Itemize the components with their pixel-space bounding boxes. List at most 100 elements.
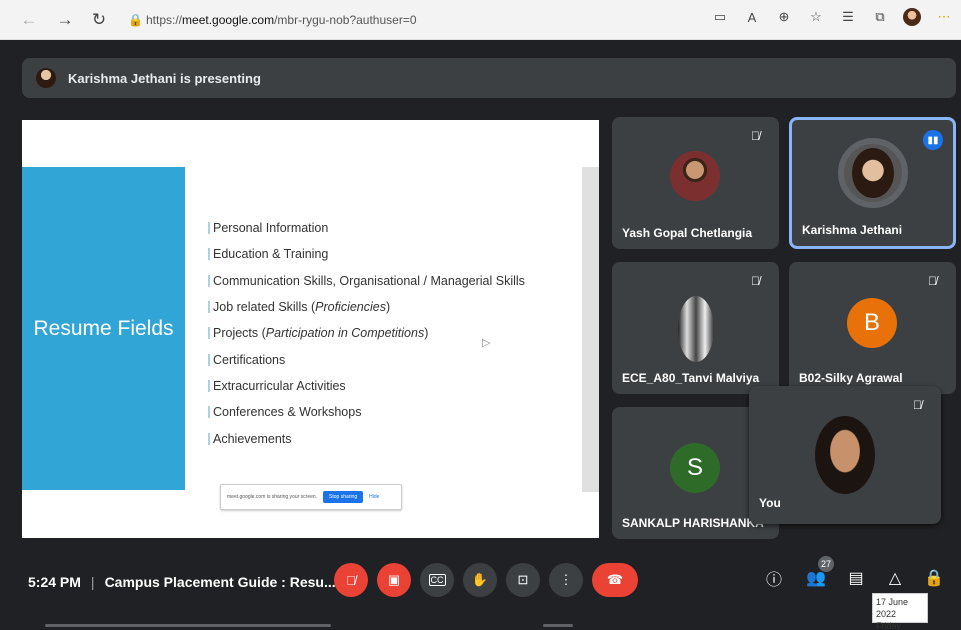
reload-icon[interactable]: ↻: [88, 9, 110, 31]
participant-photo: [670, 151, 720, 201]
participant-letter-avatar: S: [670, 443, 720, 493]
slide-item-suffix: ): [424, 326, 429, 341]
slide-title-box: Resume Fields: [22, 167, 185, 490]
scrollbar-track: [45, 624, 331, 627]
mic-off-icon: 🎙̸: [751, 129, 760, 143]
address-bar[interactable]: 🔒 https://meet.google.com/mbr-rygu-nob?a…: [128, 8, 718, 32]
hand-icon: ✋: [471, 572, 489, 587]
slide-list: Personal Information Education & Training…: [208, 215, 525, 452]
participant-tile[interactable]: 🎙̸ Yash Gopal Chetlangia: [612, 117, 779, 249]
people-button[interactable]: 👥: [804, 566, 828, 590]
present-icon: ⊡: [517, 572, 529, 587]
forward-icon[interactable]: →: [54, 9, 76, 31]
cast-icon[interactable]: ▭: [711, 9, 729, 25]
leave-call-button[interactable]: ☎: [592, 563, 638, 597]
host-controls-button[interactable]: 🔒: [922, 566, 946, 590]
slide-list-item: Extracurricular Activities: [208, 373, 525, 399]
url-prefix: https://: [146, 13, 183, 27]
participant-tile-active[interactable]: ▮▮ Karishma Jethani: [789, 117, 956, 249]
lock-icon: 🔒: [128, 13, 143, 27]
presenting-text: Karishma Jethani is presenting: [68, 70, 261, 86]
bullet-icon: [208, 222, 210, 235]
slide-title: Resume Fields: [33, 316, 174, 340]
bullet-icon: [208, 406, 210, 419]
url-path: /mbr-rygu-nob?authuser=0: [274, 13, 417, 27]
favorite-icon[interactable]: ☆: [807, 9, 825, 25]
self-view-tile[interactable]: 🎙̸ You: [749, 386, 941, 524]
stop-sharing-button[interactable]: Stop sharing: [323, 491, 364, 503]
read-aloud-icon[interactable]: A: [743, 10, 761, 25]
slide-list-item: Job related Skills (Proficiencies): [208, 294, 525, 320]
browser-actions: ▭ A ⊕ ☆ ☰ ⧉ ⋯: [711, 8, 953, 26]
participant-name: ECE_A80_Tanvi Malviya: [622, 371, 760, 385]
slide-item-text: Extracurricular Activities: [213, 378, 346, 393]
self-name: You: [759, 496, 781, 510]
photo-inner: [852, 148, 894, 198]
zoom-icon[interactable]: ⊕: [775, 9, 793, 25]
slide-list-item: Conferences & Workshops: [208, 399, 525, 425]
day-line: Friday: [876, 621, 902, 630]
people-icon: 👥: [806, 570, 826, 587]
hide-button[interactable]: Hide: [369, 494, 379, 500]
slide-scroll-strip: [582, 167, 599, 492]
slide-item-text: Achievements: [213, 431, 292, 446]
raise-hand-button[interactable]: ✋: [463, 563, 497, 597]
meeting-title: Campus Placement Guide : Resu...: [104, 574, 336, 590]
speaking-indicator-icon: ▮▮: [923, 130, 943, 150]
date-tooltip: 17 June 2022 Friday: [872, 593, 928, 630]
participant-tile[interactable]: 🎙̸ ECE_A80_Tanvi Malviya: [612, 262, 779, 394]
present-button[interactable]: ⊡: [506, 563, 540, 597]
more-icon[interactable]: ⋯: [935, 9, 953, 25]
profile-avatar[interactable]: [903, 8, 921, 26]
date-line: 17 June 2022: [876, 597, 909, 619]
mouse-cursor-icon: ▷: [482, 337, 491, 349]
bullet-icon: [208, 301, 210, 314]
participant-letter-avatar: B: [847, 298, 897, 348]
presenter-avatar: [36, 68, 56, 88]
favorites-list-icon[interactable]: ☰: [839, 9, 857, 25]
slide-list-item: Communication Skills, Organisational / M…: [208, 268, 525, 294]
more-options-button[interactable]: ⋮: [549, 563, 583, 597]
bullet-icon: [208, 379, 210, 392]
scrollbar-thumb[interactable]: [543, 624, 573, 627]
slide-item-text: Conferences & Workshops: [213, 405, 362, 420]
back-icon[interactable]: ←: [18, 9, 40, 31]
participant-photo: [838, 138, 908, 208]
camera-off-icon: ▣: [387, 572, 401, 587]
lock-person-icon: 🔒: [924, 570, 944, 587]
participant-tile[interactable]: B 🎙̸ B02-Silky Agrawal: [789, 262, 956, 394]
info-icon: ⓘ: [765, 572, 782, 589]
bullet-icon: [208, 432, 210, 445]
bullet-icon: [208, 274, 210, 287]
slide-item-text: Communication Skills, Organisational / M…: [213, 273, 525, 288]
bullet-icon: [208, 248, 210, 261]
meeting-time: 5:24 PM: [28, 574, 81, 590]
slide-list-item: Achievements: [208, 425, 525, 451]
chat-icon: ▤: [848, 570, 864, 587]
captions-button[interactable]: CC: [420, 563, 454, 597]
mic-off-icon: 🎙̸: [751, 274, 760, 288]
activities-button[interactable]: △: [883, 566, 907, 590]
avatar-letter: B: [863, 309, 880, 336]
mic-off-icon: 🎙̸: [913, 398, 922, 412]
slide-item-italic: Proficiencies: [315, 300, 386, 315]
meeting-controls-bar: 5:24 PM | Campus Placement Guide : Resu...…: [0, 550, 961, 620]
slide-list-item: Projects (Participation in Competitions): [208, 320, 525, 346]
camera-toggle-button[interactable]: ▣: [377, 563, 411, 597]
activities-icon: △: [888, 570, 902, 587]
collections-icon[interactable]: ⧉: [871, 9, 889, 25]
url-host: meet.google.com: [182, 13, 275, 27]
presenting-banner: Karishma Jethani is presenting: [22, 58, 956, 98]
slide-list-item: Personal Information: [208, 215, 525, 241]
share-message: meet.google.com is sharing your screen.: [227, 494, 318, 500]
mic-toggle-button[interactable]: 🎙̸: [334, 563, 368, 597]
participant-name: Karishma Jethani: [802, 223, 903, 237]
meeting-info: 5:24 PM | Campus Placement Guide : Resu...: [28, 574, 336, 590]
chat-button[interactable]: ▤: [844, 566, 868, 590]
bullet-icon: [208, 327, 210, 340]
participant-name: Yash Gopal Chetlangia: [622, 226, 753, 240]
participant-name: SANKALP HARISHANKA: [622, 516, 764, 530]
avatar-letter: S: [686, 454, 703, 481]
screen-share-bar: meet.google.com is sharing your screen. …: [220, 484, 402, 510]
meeting-details-button[interactable]: ⓘ: [762, 566, 786, 590]
